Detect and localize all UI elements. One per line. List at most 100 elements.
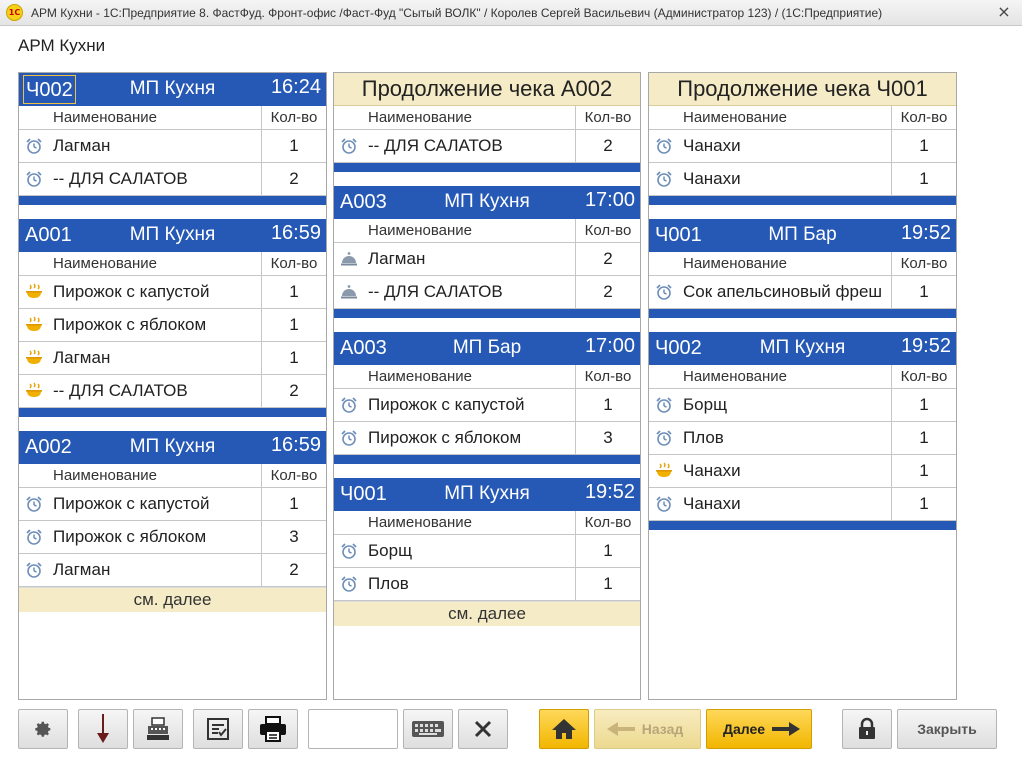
table-row[interactable]: Лагман 2 — [19, 554, 326, 587]
order-card[interactable]: Продолжение чека Ч001 Наименование Кол-во Ч… — [649, 73, 956, 205]
table-row[interactable]: Пирожок с капустой 1 — [19, 276, 326, 309]
order-card[interactable]: МП Бар А003 17:00 Наименование Кол-во Пирожок… — [334, 332, 640, 464]
printer-icon — [260, 716, 286, 742]
alarm-clock-icon — [25, 561, 43, 579]
table-row[interactable]: Пирожок с яблоком 3 — [19, 521, 326, 554]
order-column-1[interactable]: МП Кухня Ч002 16:24 Наименование Кол-во Лагма… — [18, 72, 327, 700]
home-button[interactable] — [539, 709, 589, 749]
item-name-cell: Пирожок с яблоком — [334, 422, 576, 454]
order-continuation-header: Продолжение чека А002 — [334, 73, 640, 106]
down-arrow-icon — [97, 714, 109, 743]
table-row[interactable]: -- ДЛЯ САЛАТОВ 2 — [334, 130, 640, 163]
item-name-cell: -- ДЛЯ САЛАТОВ — [334, 276, 576, 308]
table-row[interactable]: Лагман 2 — [334, 243, 640, 276]
column-header-name: Наименование — [649, 252, 892, 275]
cash-register-button[interactable] — [133, 709, 183, 749]
item-qty: 1 — [919, 494, 929, 513]
order-time: 16:59 — [270, 434, 321, 456]
table-row[interactable]: Борщ 1 — [334, 535, 640, 568]
table-row[interactable]: Чанахи 1 — [649, 488, 956, 521]
see-more-label[interactable]: см. далее — [334, 601, 640, 626]
table-header: Наименование Кол-во — [334, 106, 640, 130]
order-card[interactable]: МП Кухня А001 16:59 Наименование Кол-во Пирож… — [19, 219, 326, 417]
table-row[interactable]: Чанахи 1 — [649, 130, 956, 163]
table-row[interactable]: Пирожок с яблоком 3 — [334, 422, 640, 455]
table-row[interactable]: Пирожок с капустой 1 — [19, 488, 326, 521]
table-row[interactable]: -- ДЛЯ САЛАТОВ 2 — [19, 163, 326, 196]
order-header[interactable]: МП Кухня Ч002 19:52 — [649, 332, 956, 365]
order-header[interactable]: МП Бар Ч001 19:52 — [649, 219, 956, 252]
order-footer-bar — [19, 196, 326, 205]
lock-button[interactable] — [842, 709, 892, 749]
item-qty: 3 — [289, 527, 299, 546]
item-qty: 1 — [289, 348, 299, 367]
keyboard-button[interactable] — [403, 709, 453, 749]
table-row[interactable]: Пирожок с капустой 1 — [334, 389, 640, 422]
hot-dish-icon — [25, 349, 43, 367]
settings-button[interactable] — [18, 709, 68, 749]
item-name-cell: Пирожок с яблоком — [19, 521, 262, 553]
move-down-button[interactable] — [78, 709, 128, 749]
order-card[interactable]: МП Кухня А002 16:59 Наименование Кол-во Пирож… — [19, 431, 326, 612]
order-card[interactable]: МП Кухня А003 17:00 Наименование Кол-во Лагма… — [334, 186, 640, 318]
order-header[interactable]: МП Кухня А001 16:59 — [19, 219, 326, 252]
print-button[interactable] — [248, 709, 298, 749]
table-row[interactable]: -- ДЛЯ САЛАТОВ 2 — [19, 375, 326, 408]
column-header-qty: Кол-во — [900, 368, 948, 385]
order-card[interactable]: Продолжение чека А002 Наименование Кол-во -… — [334, 73, 640, 172]
table-row[interactable]: Плов 1 — [334, 568, 640, 601]
table-row[interactable]: Борщ 1 — [649, 389, 956, 422]
item-name: Чанахи — [683, 136, 741, 155]
order-card[interactable]: МП Кухня Ч002 19:52 Наименование Кол-во Борщ 1… — [649, 332, 956, 530]
table-row[interactable]: -- ДЛЯ САЛАТОВ 2 — [334, 276, 640, 309]
table-row[interactable]: Лагман 1 — [19, 130, 326, 163]
order-number: А003 — [340, 191, 387, 213]
table-row[interactable]: Плов 1 — [649, 422, 956, 455]
table-row[interactable]: Пирожок с яблоком 1 — [19, 309, 326, 342]
table-header: Наименование Кол-во — [649, 252, 956, 276]
order-column-2[interactable]: Продолжение чека А002 Наименование Кол-во -… — [333, 72, 641, 700]
item-qty: 2 — [289, 560, 299, 579]
item-name-cell: Плов — [649, 422, 892, 454]
see-more-label[interactable]: см. далее — [19, 587, 326, 612]
item-name: Борщ — [368, 541, 413, 560]
order-card[interactable]: МП Бар Ч001 19:52 Наименование Кол-во Сок апе… — [649, 219, 956, 318]
close-button[interactable]: Закрыть — [897, 709, 997, 749]
table-row[interactable]: Чанахи 1 — [649, 455, 956, 488]
table-row[interactable]: Лагман 1 — [19, 342, 326, 375]
order-header[interactable]: МП Кухня А002 16:59 — [19, 431, 326, 464]
order-header[interactable]: МП Кухня Ч002 16:24 — [19, 73, 326, 106]
item-name-cell: Плов — [334, 568, 576, 600]
item-name-cell: -- ДЛЯ САЛАТОВ — [19, 163, 262, 195]
item-name-cell: Пирожок с капустой — [19, 488, 262, 520]
column-header-qty: Кол-во — [584, 368, 632, 385]
item-name: Пирожок с капустой — [368, 395, 525, 414]
item-qty: 2 — [289, 169, 299, 188]
alarm-clock-icon — [340, 575, 358, 593]
item-name-cell: Пирожок с капустой — [334, 389, 576, 421]
table-row[interactable]: Чанахи 1 — [649, 163, 956, 196]
item-name-cell: Лагман — [334, 243, 576, 275]
item-qty: 1 — [289, 315, 299, 334]
search-input[interactable] — [308, 709, 398, 749]
order-header[interactable]: МП Кухня Ч001 19:52 — [334, 478, 640, 511]
item-name-cell: Лагман — [19, 554, 262, 586]
item-name: Пирожок с яблоком — [53, 315, 207, 334]
next-button[interactable]: Далее — [706, 709, 812, 749]
order-card[interactable]: МП Кухня Ч001 19:52 Наименование Кол-во Борщ 1… — [334, 478, 640, 626]
checklist-button[interactable] — [193, 709, 243, 749]
close-button-label: Закрыть — [917, 721, 977, 737]
order-number: Ч001 — [340, 483, 387, 505]
clear-button[interactable] — [458, 709, 508, 749]
order-card[interactable]: МП Кухня Ч002 16:24 Наименование Кол-во Лагма… — [19, 73, 326, 205]
cloche-icon — [340, 283, 358, 301]
order-header[interactable]: МП Кухня А003 17:00 — [334, 186, 640, 219]
back-button[interactable]: Назад — [594, 709, 701, 749]
table-header: Наименование Кол-во — [19, 464, 326, 488]
order-column-3[interactable]: Продолжение чека Ч001 Наименование Кол-во Ч… — [648, 72, 957, 700]
form-title: АРМ Кухни — [18, 36, 106, 55]
item-qty: 2 — [603, 249, 613, 268]
table-row[interactable]: Сок апельсиновый фреш 1 — [649, 276, 956, 309]
window-close-button[interactable]: × — [994, 2, 1014, 22]
order-header[interactable]: МП Бар А003 17:00 — [334, 332, 640, 365]
